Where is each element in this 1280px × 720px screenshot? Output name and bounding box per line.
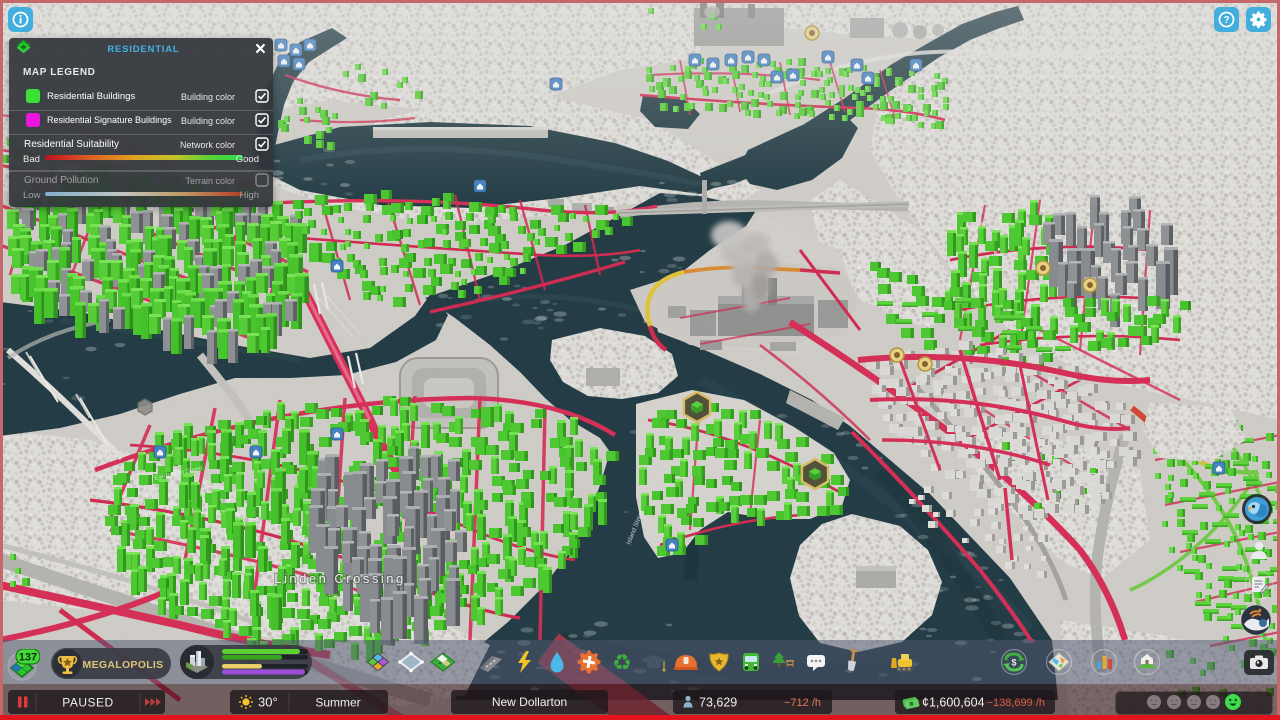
svg-text:$: $ <box>1011 658 1016 668</box>
svg-text:¢1,600,604: ¢1,600,604 <box>922 696 985 710</box>
svg-text:?: ? <box>1223 15 1229 26</box>
svg-text:♻: ♻ <box>612 650 632 675</box>
svg-text:MEGALOPOLIS: MEGALOPOLIS <box>83 659 164 671</box>
svg-text:137: 137 <box>19 652 37 664</box>
svg-text:−712 /h: −712 /h <box>784 697 821 709</box>
svg-text:73,629: 73,629 <box>699 696 737 710</box>
svg-text:30°: 30° <box>258 695 278 710</box>
svg-text:Summer: Summer <box>315 696 360 710</box>
svg-text:−138,699 /h: −138,699 /h <box>987 697 1045 709</box>
svg-text:PAUSED: PAUSED <box>62 696 113 710</box>
